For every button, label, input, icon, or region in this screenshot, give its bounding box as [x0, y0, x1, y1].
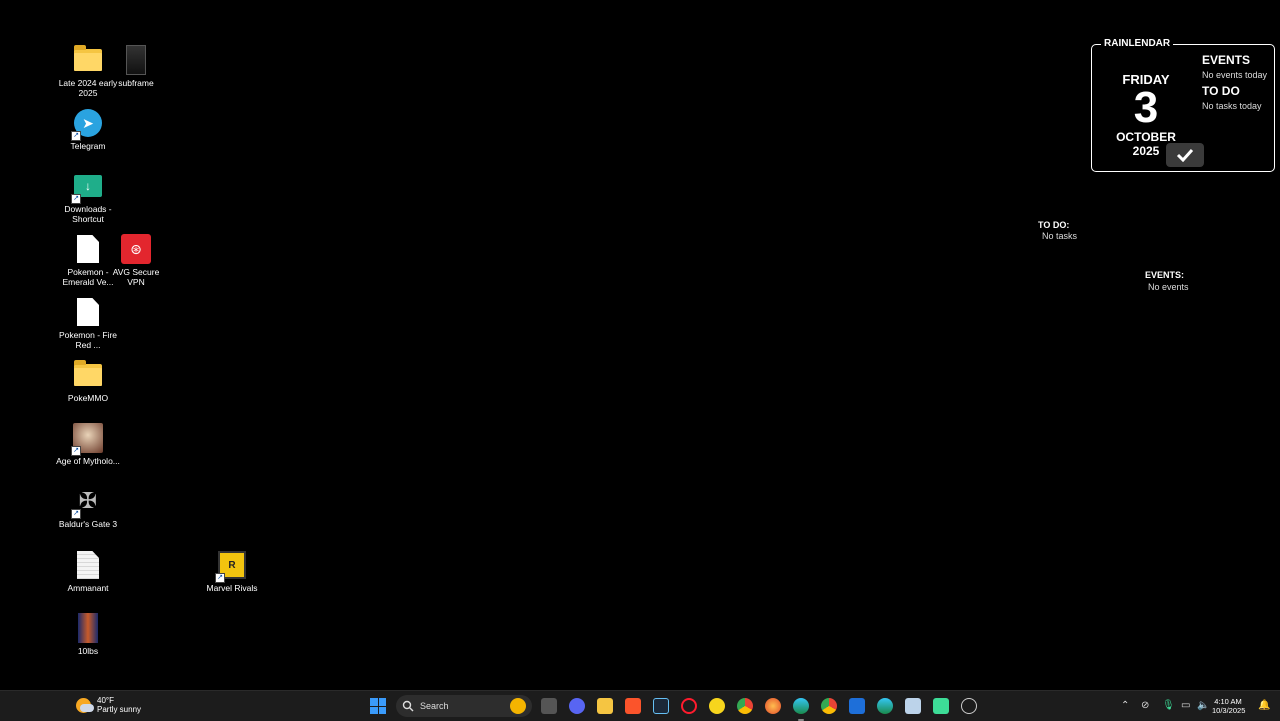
- shortcut-arrow-icon: ↗: [215, 573, 225, 583]
- file-icon: [72, 233, 104, 265]
- clock[interactable]: 4:10 AM 10/3/2025: [1212, 697, 1246, 715]
- checkmark-icon: [1176, 148, 1194, 162]
- desktop-icon-baldurs-gate[interactable]: ✠ ↗ Baldur's Gate 3: [56, 485, 120, 530]
- start-button[interactable]: [370, 698, 386, 714]
- blue-app-icon[interactable]: [849, 698, 865, 714]
- rainlendar-todo-heading: TO DO: [1202, 84, 1240, 98]
- file-icon: [72, 296, 104, 328]
- volume-icon[interactable]: 🔈: [1197, 700, 1209, 711]
- desktop-icon-pokemon-firered[interactable]: Pokemon - Fire Red ...: [56, 296, 120, 350]
- desktop-icon-label: Telegram: [70, 141, 106, 151]
- desktop-icon-age-of-mythology[interactable]: ↗ Age of Mytholo...: [56, 422, 120, 467]
- desktop-icon-marvel-rivals[interactable]: R ↗ Marvel Rivals: [200, 549, 264, 594]
- shortcut-arrow-icon: ↗: [71, 509, 81, 519]
- subframe-icon: [120, 44, 152, 76]
- rainlendar-date: 3: [1133, 83, 1159, 132]
- discord-icon[interactable]: [569, 698, 585, 714]
- task-view-icon[interactable]: [541, 698, 557, 714]
- rainlendar-title: RAINLENDAR: [1101, 38, 1174, 50]
- desktop-icon-subframe[interactable]: subframe: [104, 44, 168, 89]
- steam-icon[interactable]: [653, 698, 669, 714]
- chrome-alt-icon[interactable]: [821, 698, 837, 714]
- notepad-icon[interactable]: [905, 698, 921, 714]
- opera-icon[interactable]: [681, 698, 697, 714]
- image-file-icon: [72, 612, 104, 644]
- notification-bell-icon[interactable]: 🔔: [1258, 700, 1270, 711]
- desktop-icon-label: 10lbs: [77, 646, 99, 656]
- todo-panel-text: No tasks: [1042, 231, 1078, 241]
- yellow-app-icon[interactable]: [709, 698, 725, 714]
- age-of-mythology-icon: ↗: [71, 422, 104, 456]
- search-box[interactable]: Search: [396, 695, 532, 717]
- events-panel-heading: EVENTS:: [1145, 270, 1185, 280]
- windows-logo-icon: [370, 698, 378, 706]
- chrome-icon[interactable]: [737, 698, 753, 714]
- taskbar: 40°F Partly sunny Search ⌃ ⊘ 🎙 ▭ 🔈 4:10 …: [0, 690, 1280, 721]
- folder-icon: [72, 44, 104, 76]
- search-label: Search: [420, 701, 449, 711]
- display-icon[interactable]: ▭: [1181, 700, 1190, 711]
- shortcut-arrow-icon: ↗: [71, 131, 81, 141]
- edge-icon[interactable]: [793, 698, 809, 714]
- rainlendar-todo-text: No tasks today: [1202, 101, 1262, 111]
- desktop-icon-label: Downloads - Shortcut: [64, 204, 112, 224]
- telegram-icon: ➤ ↗: [71, 107, 104, 141]
- desktop-icon-downloads[interactable]: ↓ ↗ Downloads - Shortcut: [56, 170, 120, 224]
- firefox-icon[interactable]: [765, 698, 781, 714]
- edge-alt-icon[interactable]: [877, 698, 893, 714]
- desktop-icon-avg-vpn[interactable]: ⊛ AVG Secure VPN: [104, 233, 168, 287]
- rainlendar-widget: RAINLENDAR FRIDAY 3 OCTOBER 2025 EVENTS …: [1091, 38, 1275, 172]
- rainlendar-events-heading: EVENTS: [1202, 53, 1251, 67]
- file-explorer-icon[interactable]: [597, 698, 613, 714]
- rainlendar-events-text: No events today: [1202, 70, 1268, 80]
- desktop-icon-label: Ammanant: [67, 583, 109, 593]
- desktop-icon-label: Marvel Rivals: [206, 583, 258, 593]
- desktop-icon-ammanant[interactable]: Ammanant: [56, 549, 120, 594]
- desktop-icon-label: Pokemon - Fire Red ...: [58, 330, 118, 350]
- microphone-icon[interactable]: 🎙: [1162, 700, 1175, 711]
- clock-time: 4:10 AM: [1214, 697, 1242, 706]
- search-highlight-icon: [510, 698, 526, 714]
- desktop-icon-10lbs[interactable]: 10lbs: [56, 612, 120, 657]
- partly-sunny-icon: [76, 697, 94, 713]
- folder-icon: [72, 359, 104, 391]
- todo-panel-heading: TO DO:: [1038, 220, 1070, 230]
- weather-temp: 40°F: [97, 696, 114, 705]
- desktop-icon-pokemmo[interactable]: PokeMMO: [56, 359, 120, 404]
- search-icon: [402, 700, 414, 712]
- green-app-icon[interactable]: [933, 698, 949, 714]
- desktop-icon-label: Baldur's Gate 3: [58, 519, 118, 529]
- text-file-icon: [72, 549, 104, 581]
- weather-desc: Partly sunny: [97, 705, 142, 714]
- red-dot-app-icon[interactable]: [961, 698, 977, 714]
- rainlendar-month: OCTOBER: [1116, 130, 1176, 144]
- desktop-icon-label: PokeMMO: [67, 393, 109, 403]
- desktop-icon-telegram[interactable]: ➤ ↗ Telegram: [56, 107, 120, 152]
- brave-icon[interactable]: [625, 698, 641, 714]
- shortcut-arrow-icon: ↗: [71, 446, 81, 456]
- weather-widget[interactable]: 40°F Partly sunny: [76, 696, 141, 714]
- downloads-folder-icon: ↓ ↗: [71, 170, 104, 204]
- baldurs-gate-icon: ✠ ↗: [71, 485, 104, 519]
- desktop-icon-label: subframe: [118, 78, 154, 88]
- events-panel-text: No events: [1148, 282, 1189, 292]
- network-off-icon[interactable]: ⊘: [1141, 700, 1149, 711]
- desktop-icon-label: AVG Secure VPN: [112, 267, 160, 287]
- clock-date: 10/3/2025: [1212, 706, 1246, 715]
- vpn-lock-icon: ⊛: [120, 233, 152, 265]
- checkmark-button[interactable]: [1166, 143, 1204, 167]
- shortcut-arrow-icon: ↗: [71, 194, 81, 204]
- desktop-icon-label: Age of Mytholo...: [56, 456, 120, 466]
- chevron-up-icon[interactable]: ⌃: [1121, 700, 1129, 711]
- marvel-rivals-icon: R ↗: [215, 549, 248, 583]
